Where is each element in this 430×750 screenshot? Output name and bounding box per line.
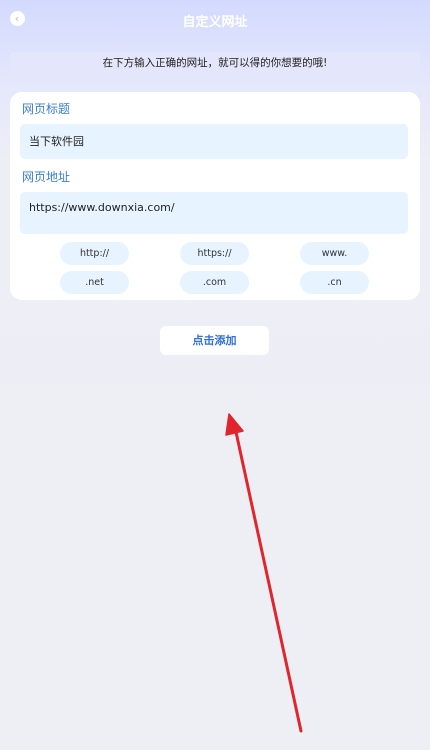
add-button[interactable]: 点击添加: [160, 326, 269, 355]
chip-net[interactable]: .net: [60, 271, 129, 294]
url-label: 网页地址: [22, 170, 71, 184]
url-input[interactable]: https://www.downxia.com/: [20, 192, 408, 234]
title-input[interactable]: 当下软件园: [20, 124, 408, 159]
notice-banner: 在下方输入正确的网址，就可以得的你想要的哦!: [10, 52, 420, 75]
title-label: 网页标题: [22, 102, 71, 116]
top-bar: ‹ 自定义网址: [0, 0, 430, 40]
chip-www[interactable]: www.: [300, 242, 369, 265]
url-form-card: 网页标题 当下软件园 网页地址 https://www.downxia.com/…: [10, 92, 420, 300]
chip-https[interactable]: https://: [180, 242, 249, 265]
chip-http[interactable]: http://: [60, 242, 129, 265]
chip-cn[interactable]: .cn: [300, 271, 369, 294]
chip-com[interactable]: .com: [180, 271, 249, 294]
page-title: 自定义网址: [182, 15, 248, 30]
